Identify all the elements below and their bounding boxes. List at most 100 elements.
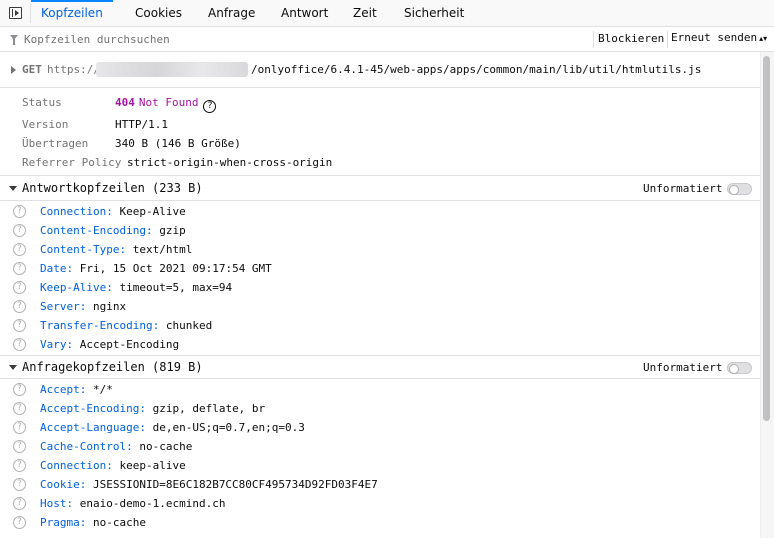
collapse-arrow-icon[interactable] xyxy=(9,186,17,191)
tab-security[interactable]: Sicherheit xyxy=(404,0,464,27)
collapse-arrow-icon[interactable] xyxy=(9,365,17,370)
help-icon[interactable]: ? xyxy=(13,262,26,275)
toolbar-separator xyxy=(593,31,594,48)
request-header-row: ? Cache-Control: no-cache xyxy=(0,437,760,456)
help-icon[interactable]: ? xyxy=(13,497,26,510)
header-name: Content-Encoding: xyxy=(40,224,153,237)
header-name: Pragma: xyxy=(40,516,87,529)
header-value: gzip xyxy=(159,224,186,237)
request-method: GET xyxy=(22,63,42,76)
header-name: Accept-Language: xyxy=(40,421,146,434)
request-header-row: ? Pragma: no-cache xyxy=(0,513,760,532)
header-entry: Connection: Keep-Alive xyxy=(40,205,186,218)
header-value: keep-alive xyxy=(119,459,186,472)
filter-icon xyxy=(10,35,18,45)
summary-referrer-row: Referrer Policy strict-origin-when-cross… xyxy=(22,156,332,171)
header-name: Cookie: xyxy=(40,478,87,491)
status-text: Not Found xyxy=(138,96,199,109)
header-entry: Content-Encoding: gzip xyxy=(40,224,186,237)
help-icon[interactable]: ? xyxy=(13,421,26,434)
header-name: Content-Type: xyxy=(40,243,127,256)
request-headers-title: Anfragekopfzeilen (819 B) xyxy=(22,360,203,374)
header-name: Cache-Control: xyxy=(40,440,133,453)
scrollbar-thumb[interactable] xyxy=(763,56,770,421)
block-button[interactable]: Blockieren xyxy=(598,32,664,45)
header-entry: Accept-Encoding: gzip, deflate, br xyxy=(40,402,265,415)
response-header-row: ? Date: Fri, 15 Oct 2021 09:17:54 GMT xyxy=(0,259,760,278)
header-value: de,en-US;q=0.7,en;q=0.3 xyxy=(152,421,305,434)
header-entry: Cache-Control: no-cache xyxy=(40,440,192,453)
header-entry: Host: enaio-demo-1.ecmind.ch xyxy=(40,497,225,510)
transferred-value: 340 B (146 B Größe) xyxy=(115,137,241,150)
request-header-row: ? Cookie: JSESSIONID=8E6C182B7CC80CF49573… xyxy=(0,475,760,494)
header-name: Connection: xyxy=(40,459,113,472)
header-entry: Cookie: JSESSIONID=8E6C182B7CC80CF495734… xyxy=(40,478,378,491)
help-icon[interactable]: ? xyxy=(203,100,217,113)
response-header-row: ? Connection: Keep-Alive xyxy=(0,202,760,221)
header-value: text/html xyxy=(132,243,193,256)
raw-toggle-label: Unformatiert xyxy=(643,182,723,195)
header-value: gzip, deflate, br xyxy=(152,402,266,415)
help-icon[interactable]: ? xyxy=(13,243,26,256)
tab-headers[interactable]: Kopfzeilen xyxy=(31,0,113,27)
header-value: chunked xyxy=(165,319,213,332)
request-url-row[interactable]: GET https:// /onlyoffice/6.4.1-45/web-ap… xyxy=(0,52,760,88)
referrer-policy-label: Referrer Policy xyxy=(22,156,122,169)
help-icon[interactable]: ? xyxy=(13,205,26,218)
header-name: Transfer-Encoding: xyxy=(40,319,160,332)
request-header-row: ? Accept-Encoding: gzip, deflate, br xyxy=(0,399,760,418)
header-value: timeout=5, max=94 xyxy=(119,281,233,294)
header-value: JSESSIONID=8E6C182B7CC80CF495734D92FD03F… xyxy=(92,478,378,491)
header-name: Accept: xyxy=(40,383,87,396)
request-header-row: ? Accept-Language: de,en-US;q=0.7,en;q=0.… xyxy=(0,418,760,437)
help-icon[interactable]: ? xyxy=(13,459,26,472)
header-entry: Content-Type: text/html xyxy=(40,243,192,256)
header-name: Host: xyxy=(40,497,74,510)
response-headers-section-header[interactable]: Antwortkopfzeilen (233 B) Unformatiert xyxy=(0,177,760,201)
help-icon[interactable]: ? xyxy=(13,440,26,453)
help-icon[interactable]: ? xyxy=(13,300,26,313)
tab-request[interactable]: Anfrage xyxy=(208,0,255,27)
help-icon[interactable]: ? xyxy=(13,338,26,351)
help-icon[interactable]: ? xyxy=(13,516,26,529)
request-header-row: ? Accept: */* xyxy=(0,380,760,399)
help-icon[interactable]: ? xyxy=(13,402,26,415)
help-icon[interactable]: ? xyxy=(13,224,26,237)
header-name: Keep-Alive: xyxy=(40,281,113,294)
dropdown-arrows-icon: ▴▾ xyxy=(759,34,768,43)
header-entry: Server: nginx xyxy=(40,300,126,313)
header-entry: Date: Fri, 15 Oct 2021 09:17:54 GMT xyxy=(40,262,272,275)
resend-label: Erneut senden xyxy=(671,31,758,44)
header-entry: Accept-Language: de,en-US;q=0.7,en;q=0.3 xyxy=(40,421,305,434)
resend-button[interactable]: Erneut senden ▴▾ xyxy=(671,31,767,44)
header-name: Accept-Encoding: xyxy=(40,402,146,415)
header-value: nginx xyxy=(92,300,127,313)
request-scheme: https:// xyxy=(47,63,100,76)
response-header-row: ? Content-Type: text/html xyxy=(0,240,760,259)
headers-search-input[interactable] xyxy=(24,31,584,48)
tab-timings[interactable]: Zeit xyxy=(353,0,377,27)
headers-filter-bar: Blockieren Erneut senden▴▾ xyxy=(0,27,774,52)
header-value: enaio-demo-1.ecmind.ch xyxy=(79,497,226,510)
status-label: Status xyxy=(22,96,62,109)
help-icon[interactable]: ? xyxy=(13,478,26,491)
help-icon[interactable]: ? xyxy=(13,281,26,294)
request-path: /onlyoffice/6.4.1-45/web-apps/apps/commo… xyxy=(251,63,702,76)
summary-status-row: Status 404 Not Found? xyxy=(22,96,217,113)
response-header-row: ? Keep-Alive: timeout=5, max=94 xyxy=(0,278,760,297)
header-name: Vary: xyxy=(40,338,74,351)
expand-arrow-icon[interactable] xyxy=(11,66,16,74)
raw-toggle-switch[interactable] xyxy=(727,183,752,195)
help-icon[interactable]: ? xyxy=(13,383,26,396)
redacted-host xyxy=(96,62,248,77)
header-value: Accept-Encoding xyxy=(79,338,180,351)
tab-cookies[interactable]: Cookies xyxy=(135,0,182,27)
sidebar-toggle-icon[interactable] xyxy=(9,7,22,19)
referrer-policy-value: strict-origin-when-cross-origin xyxy=(127,156,333,169)
tab-response[interactable]: Antwort xyxy=(281,0,328,27)
help-icon[interactable]: ? xyxy=(13,319,26,332)
request-headers-section-header[interactable]: Anfragekopfzeilen (819 B) Unformatiert xyxy=(0,355,760,379)
raw-toggle-switch[interactable] xyxy=(727,362,752,374)
request-header-row: ? Host: enaio-demo-1.ecmind.ch xyxy=(0,494,760,513)
toolbar-separator xyxy=(667,31,668,48)
